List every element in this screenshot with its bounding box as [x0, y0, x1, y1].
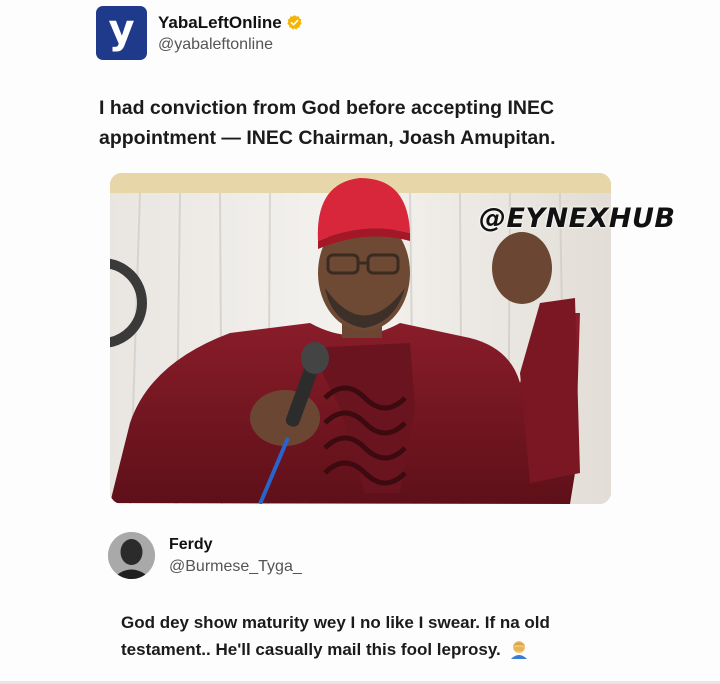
author-names: YabaLeftOnline @yabaleftonline	[158, 13, 303, 54]
reply-text-block: God dey show maturity wey I no like I sw…	[121, 609, 591, 663]
author-handle[interactable]: @yabaleftonline	[158, 36, 303, 54]
reply-display-name[interactable]: Ferdy	[169, 536, 302, 554]
logo-letter: y	[108, 7, 135, 53]
reply-author-names: Ferdy @Burmese_Tyga_	[169, 536, 302, 576]
post-text: I had conviction from God before accepti…	[99, 97, 556, 149]
post-header: y YabaLeftOnline @yabaleftonline	[96, 6, 303, 60]
avatar-image-icon	[108, 532, 155, 579]
display-name[interactable]: YabaLeftOnline	[158, 13, 282, 33]
reply-text: God dey show maturity wey I no like I sw…	[121, 613, 550, 659]
reply-handle[interactable]: @Burmese_Tyga_	[169, 558, 302, 576]
reply-avatar[interactable]	[108, 532, 155, 579]
verified-badge-icon	[287, 15, 302, 30]
account-avatar-logo[interactable]: y	[96, 6, 147, 60]
reply-header: Ferdy @Burmese_Tyga_	[108, 532, 302, 579]
man-facepalming-emoji-icon	[511, 641, 528, 659]
display-name-row: YabaLeftOnline	[158, 13, 303, 33]
watermark-text: @EYNEXHUB	[479, 203, 676, 234]
